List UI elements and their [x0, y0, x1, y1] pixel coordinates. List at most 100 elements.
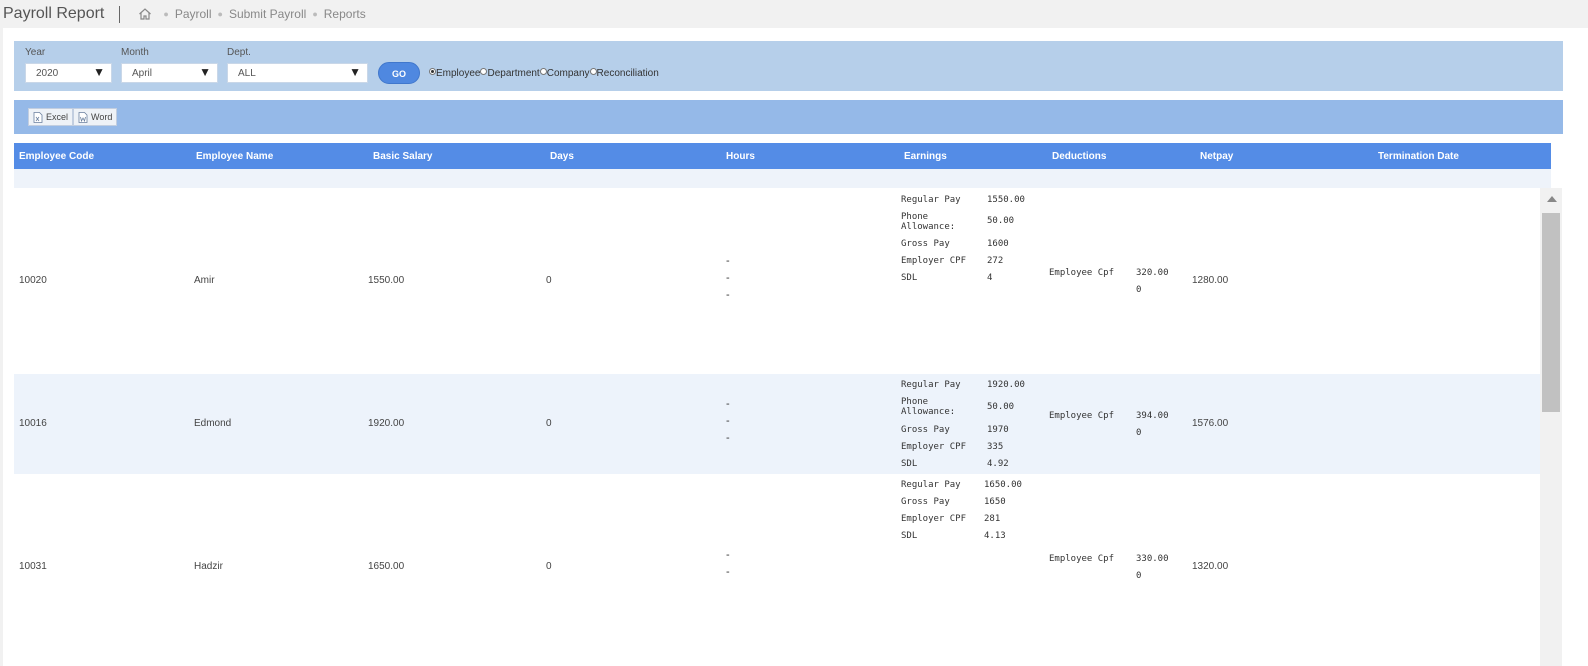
earning-value: 4 [987, 273, 993, 283]
earning-label: Regular Pay [901, 480, 961, 490]
netpay: 1320.00 [1192, 561, 1229, 572]
table-scrollbar[interactable] [1540, 188, 1562, 666]
employee-code: 10016 [19, 418, 47, 429]
employee-name: Edmond [194, 418, 232, 429]
table-row: 10020 Amir 1550.00 0 - - - Regular Pay 1… [14, 188, 1540, 374]
excel-export-button[interactable]: Excel [28, 108, 74, 126]
employee-code: 10020 [19, 275, 47, 286]
column-header[interactable]: Basic Salary [373, 151, 433, 162]
deduction-label: Employee Cpf [1049, 411, 1115, 421]
month-label: Month [121, 47, 149, 58]
column-header[interactable]: Termination Date [1378, 151, 1459, 162]
earning-label: Employer CPF [901, 514, 967, 524]
earning-value: 1970 [987, 425, 1009, 435]
earning-value: 50.00 [987, 216, 1015, 226]
hours-value: - [726, 255, 730, 267]
hours-value: - [726, 549, 730, 561]
radio-reconciliation[interactable] [589, 68, 597, 75]
radio-department[interactable] [480, 68, 488, 75]
days: 0 [546, 561, 552, 572]
scrollbar-thumb[interactable] [1542, 213, 1560, 412]
days: 0 [546, 418, 552, 429]
netpay: 1280.00 [1192, 275, 1229, 286]
word-export-button[interactable]: Word [73, 108, 118, 126]
earning-value: 1650.00 [984, 480, 1022, 490]
radio-department-label[interactable]: Department [487, 68, 539, 79]
filter-panel: Year 2020 ▼ Month April ▼ Dept. ALL ▼ GO… [14, 41, 1563, 91]
hours-value: - [726, 566, 730, 578]
earning-label: Regular Pay [901, 380, 961, 390]
deduction-value: 0 [1136, 571, 1142, 581]
earning-value: 335 [987, 442, 1004, 452]
home-icon[interactable] [138, 7, 152, 21]
radio-company-label[interactable]: Company [547, 68, 590, 79]
earning-label: Regular Pay [901, 195, 961, 205]
hours-value: - [726, 398, 730, 410]
column-header[interactable]: Employee Name [196, 151, 273, 162]
basic-salary: 1920.00 [368, 418, 405, 429]
earning-value: 1550.00 [987, 195, 1025, 205]
radio-company[interactable] [539, 68, 547, 75]
table-row: 10031 Hadzir 1650.00 0 - - Regular Pay 1… [14, 474, 1540, 666]
deduction-label: Employee Cpf [1049, 268, 1115, 278]
earning-value: 4.13 [984, 531, 1006, 541]
word-file-icon [78, 111, 88, 123]
chevron-down-icon: ▼ [93, 65, 105, 79]
earning-value: 281 [984, 514, 1001, 524]
table-filter-row [14, 169, 1551, 188]
table-body: 10020 Amir 1550.00 0 - - - Regular Pay 1… [14, 188, 1540, 666]
earning-label: SDL [901, 531, 918, 541]
column-header[interactable]: Days [550, 151, 574, 162]
employee-name: Amir [194, 275, 215, 286]
earning-label: Gross Pay [901, 425, 950, 435]
hours-value: - [726, 272, 730, 284]
radio-reconciliation-label[interactable]: Reconciliation [597, 68, 659, 79]
column-header[interactable]: Earnings [904, 151, 947, 162]
earning-label: SDL [901, 459, 918, 469]
earning-value: 272 [987, 256, 1004, 266]
radio-employee[interactable] [429, 68, 436, 75]
column-header[interactable]: Netpay [1200, 151, 1233, 162]
column-header[interactable]: Employee Code [19, 151, 94, 162]
hours-value: - [726, 432, 730, 444]
deduction-value: 0 [1136, 285, 1142, 295]
basic-salary: 1650.00 [368, 561, 405, 572]
go-button[interactable]: GO [378, 62, 420, 84]
days: 0 [546, 275, 552, 286]
earning-label: Gross Pay [901, 497, 950, 507]
deduction-value: 320.00 [1136, 268, 1169, 278]
breadcrumb-separator: ● [312, 9, 318, 19]
dept-value: ALL [238, 68, 256, 79]
breadcrumb-reports[interactable]: Reports [324, 7, 366, 21]
earning-label: Gross Pay [901, 239, 950, 249]
deduction-value: 330.00 [1136, 554, 1169, 564]
dept-select[interactable]: ALL ▼ [227, 63, 368, 83]
earning-value: 50.00 [987, 402, 1015, 412]
earning-value: 1600 [987, 239, 1009, 249]
year-select[interactable]: 2020 ▼ [25, 63, 112, 83]
excel-file-icon [33, 111, 43, 123]
chevron-down-icon: ▼ [349, 65, 361, 79]
main-content: Year 2020 ▼ Month April ▼ Dept. ALL ▼ GO… [3, 28, 1588, 666]
earning-label: Phone Allowance: [901, 397, 956, 417]
breadcrumb-separator: ● [217, 9, 223, 19]
column-header[interactable]: Hours [726, 151, 755, 162]
hours-value: - [726, 415, 730, 427]
deduction-value: 0 [1136, 428, 1142, 438]
earning-label: Employer CPF [901, 256, 967, 266]
month-select[interactable]: April ▼ [121, 63, 218, 83]
breadcrumb-submit-payroll[interactable]: Submit Payroll [229, 7, 306, 21]
column-header[interactable]: Deductions [1052, 151, 1106, 162]
radio-employee-label[interactable]: Employee [436, 68, 480, 79]
netpay: 1576.00 [1192, 418, 1229, 429]
earning-value: 1920.00 [987, 380, 1025, 390]
breadcrumb-separator: ● [163, 9, 169, 19]
basic-salary: 1550.00 [368, 275, 405, 286]
earning-label: Phone Allowance: [901, 212, 956, 232]
earning-label: SDL [901, 273, 918, 283]
breadcrumb-payroll[interactable]: Payroll [175, 7, 212, 21]
page-title: Payroll Report [3, 5, 105, 22]
scroll-up-arrow-icon[interactable] [1547, 196, 1557, 202]
earning-value: 1650 [984, 497, 1006, 507]
dept-label: Dept. [227, 47, 251, 58]
